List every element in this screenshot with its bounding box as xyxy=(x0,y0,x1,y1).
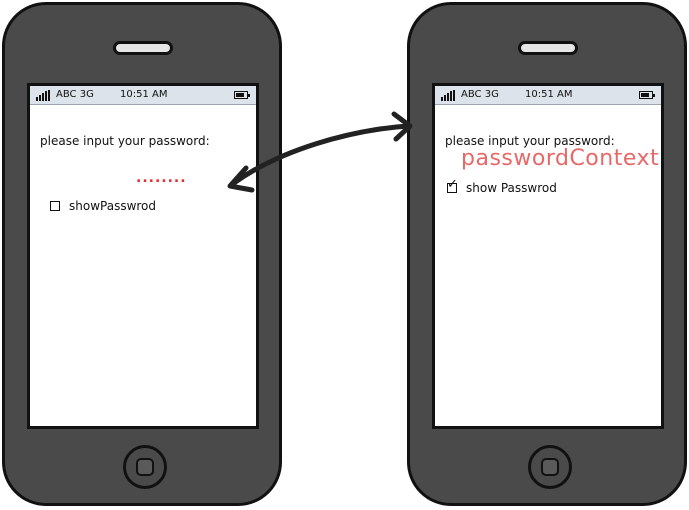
checkbox-unchecked-icon[interactable] xyxy=(50,201,60,211)
phone-left: ABC 3G 10:51 AM please input your passwo… xyxy=(2,2,282,506)
carrier-network: ABC 3G xyxy=(56,89,94,100)
battery-icon xyxy=(639,91,655,99)
checkmark-icon: ✓ xyxy=(447,177,458,192)
home-button[interactable] xyxy=(528,445,572,489)
password-field-masked[interactable]: ........ xyxy=(136,170,187,186)
carrier-network: ABC 3G xyxy=(461,89,499,100)
password-prompt: please input your password: xyxy=(40,134,210,148)
speaker-slot xyxy=(518,41,578,55)
show-password-toggle[interactable]: showPasswrod xyxy=(50,199,156,213)
home-square-icon xyxy=(541,458,559,476)
status-bar: ABC 3G 10:51 AM xyxy=(435,86,661,105)
battery-icon xyxy=(234,91,250,99)
show-password-toggle[interactable]: ✓ show Passwrod xyxy=(447,178,557,195)
show-password-label: showPasswrod xyxy=(69,199,157,213)
clock: 10:51 AM xyxy=(120,89,168,100)
show-password-label: show Passwrod xyxy=(466,181,557,195)
home-button[interactable] xyxy=(123,445,167,489)
speaker-slot xyxy=(113,41,173,55)
screen-right: ABC 3G 10:51 AM please input your passwo… xyxy=(432,83,664,429)
phone-right: ABC 3G 10:51 AM please input your passwo… xyxy=(407,2,687,506)
signal-icon xyxy=(441,90,455,101)
checkbox-checked-icon[interactable]: ✓ xyxy=(447,178,458,193)
home-square-icon xyxy=(136,458,154,476)
clock: 10:51 AM xyxy=(525,89,573,100)
status-bar: ABC 3G 10:51 AM xyxy=(30,86,256,105)
screen-left: ABC 3G 10:51 AM please input your passwo… xyxy=(27,83,259,429)
signal-icon xyxy=(36,90,50,101)
password-field-plain[interactable]: passwordContext xyxy=(461,146,659,171)
